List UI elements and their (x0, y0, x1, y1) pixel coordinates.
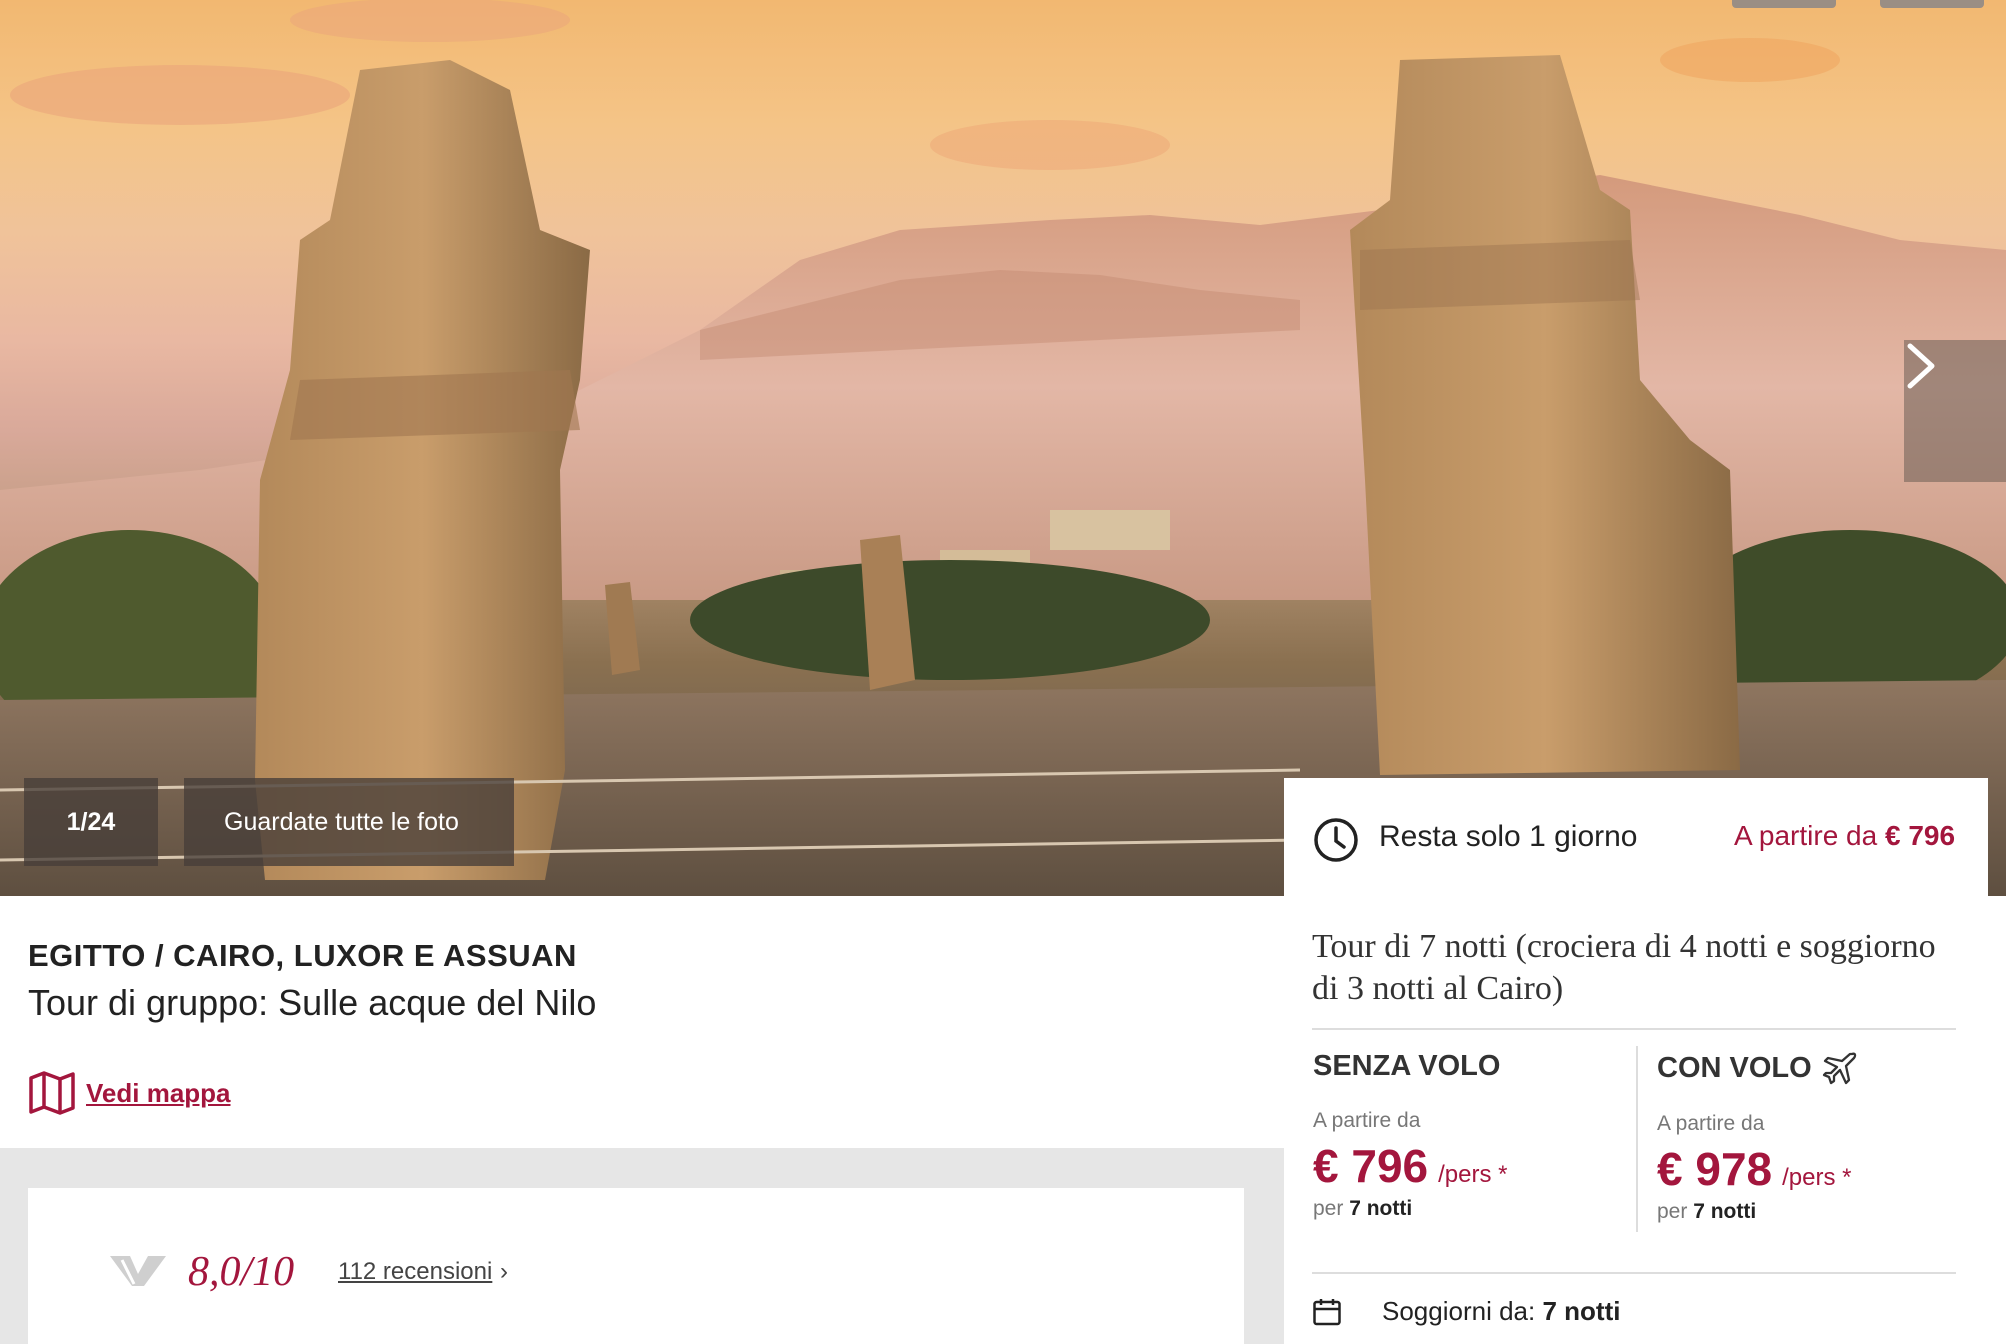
option-from-label: A partire da (1313, 1109, 1421, 1132)
photo-counter: 1/24 (24, 778, 158, 866)
all-photos-button[interactable]: Guardate tutte le foto (184, 778, 514, 866)
option-heading: CON VOLO (1657, 1051, 1812, 1084)
option-nights: 7 notti (1349, 1197, 1413, 1220)
starting-price-prefix: A partire da (1734, 820, 1878, 851)
stay-value: 7 notti (1542, 1296, 1621, 1326)
offer-title: Tour di 7 notti (crociera di 4 notti e s… (1312, 928, 1936, 1007)
stay-label: Soggiorni da: (1382, 1296, 1536, 1326)
view-map-link[interactable]: Vedi mappa (28, 1070, 231, 1116)
option-heading: SENZA VOLO (1313, 1050, 1501, 1082)
option-with-flight[interactable]: CON VOLO A partire da € 978 /pers * per … (1657, 1050, 1858, 1224)
gallery-tab-indicator[interactable] (1732, 0, 1836, 8)
column-divider (1636, 1046, 1638, 1232)
option-per-label: per (1657, 1200, 1688, 1223)
time-remaining: Resta solo 1 giorno (1379, 820, 1638, 853)
view-map-label[interactable]: Vedi mappa (86, 1078, 231, 1109)
option-nights: 7 notti (1693, 1200, 1757, 1223)
option-price-unit: /pers * (1782, 1164, 1852, 1191)
divider (1312, 1028, 1956, 1030)
chevron-right-icon[interactable]: › (500, 1258, 508, 1286)
review-count-link[interactable]: 112 recensioni (338, 1258, 492, 1286)
chevron-right-icon (1907, 343, 1935, 389)
airplane-icon (1822, 1052, 1856, 1085)
option-price: € 796 (1313, 1140, 1429, 1192)
calendar-icon (1313, 1298, 1341, 1325)
clock-icon (1314, 818, 1358, 862)
hero-landscape (0, 0, 2006, 896)
destination-heading: EGITTO / CAIRO, LUXOR E ASSUAN (28, 938, 577, 973)
review-score: 8,0/10 (188, 1249, 295, 1295)
option-price: € 978 (1657, 1143, 1773, 1195)
map-icon (29, 1071, 75, 1115)
stay-duration: Soggiorni da: 7 notti (1312, 1296, 1620, 1327)
review-provider-logo (110, 1256, 166, 1286)
option-per-label: per (1313, 1197, 1344, 1220)
divider (1312, 1272, 1956, 1274)
option-price-unit: /pers * (1438, 1161, 1508, 1188)
trip-subtitle: Tour di gruppo: Sulle acque del Nilo (28, 982, 597, 1023)
next-photo-button[interactable] (1904, 340, 2006, 482)
starting-price: A partire da € 796 (1734, 820, 1955, 852)
option-without-flight[interactable]: SENZA VOLO A partire da € 796 /pers * pe… (1313, 1050, 1508, 1221)
starting-price-value: € 796 (1884, 820, 1956, 851)
hero-photo: 1/24 Guardate tutte le foto (0, 0, 2006, 896)
option-from-label: A partire da (1657, 1112, 1765, 1135)
gallery-tab-indicator[interactable] (1880, 0, 1984, 8)
